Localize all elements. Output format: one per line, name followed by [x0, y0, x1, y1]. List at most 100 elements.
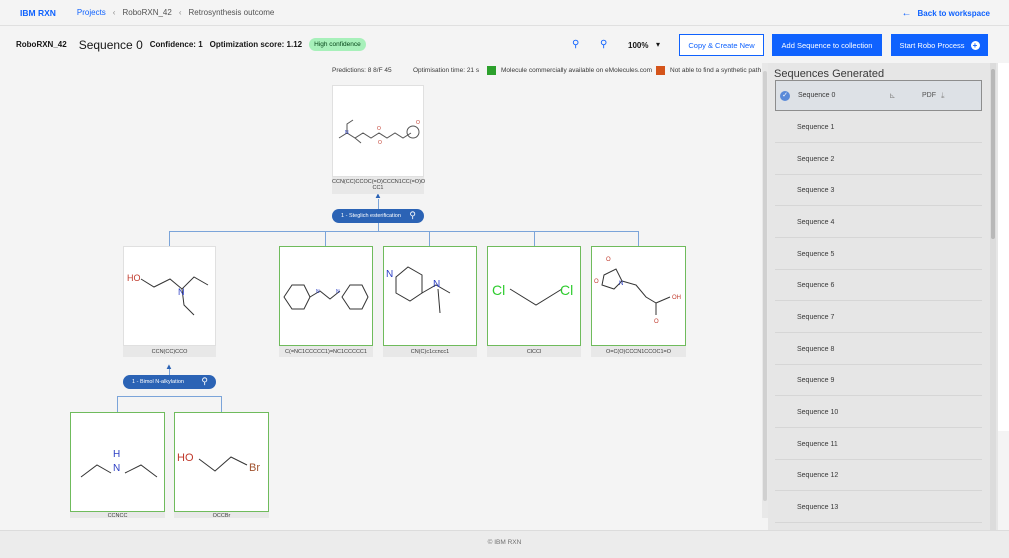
svg-text:N: N: [178, 287, 185, 297]
svg-text:N: N: [113, 463, 120, 474]
reactant-structure: N N: [386, 266, 451, 314]
svg-text:HO: HO: [127, 273, 141, 283]
download-icon[interactable]: ⤓: [941, 91, 945, 101]
sequence-label: Sequence 3: [797, 187, 835, 194]
sequence-item[interactable]: Sequence 12: [775, 460, 982, 491]
sequence-item[interactable]: Sequence 13: [775, 492, 982, 523]
tree-connector: [429, 231, 430, 246]
svg-text:O: O: [654, 319, 659, 325]
reactant-molecule[interactable]: N N: [279, 246, 373, 346]
sequence-item[interactable]: Sequence 2: [775, 144, 982, 175]
sequence-label: Sequence 1: [797, 124, 835, 131]
svg-text:N: N: [386, 269, 393, 280]
add-circle-icon: +: [970, 40, 980, 50]
reactant-smiles: CCNCC: [70, 512, 165, 518]
sequence-item[interactable]: Sequence 11: [775, 429, 982, 460]
svg-text:N: N: [433, 279, 440, 290]
reaction-node-steglich[interactable]: 1 - Steglich esterification ⚲: [332, 209, 424, 223]
reactant-molecule[interactable]: O O N O OH: [591, 246, 686, 346]
reactant-structure: H N: [80, 449, 158, 478]
scrollbar-thumb[interactable]: [763, 71, 767, 501]
sequence-item[interactable]: Sequence 7: [775, 302, 982, 333]
sequence-label: Sequence 0: [798, 92, 836, 99]
search-icon[interactable]: ⚲: [201, 376, 208, 387]
reactant-smiles: OCCBr: [174, 512, 269, 518]
reactant-smiles: CCN(CC)CCO: [123, 346, 216, 357]
chevron-left-icon: ‹: [178, 8, 182, 17]
sequence-label: Sequence 5: [797, 251, 835, 258]
reactant-molecule[interactable]: HO N: [123, 246, 216, 346]
target-smiles-line2: CC1: [372, 185, 384, 191]
reaction-label: 1 - Steglich esterification: [341, 213, 401, 219]
svg-text:O: O: [594, 279, 599, 285]
sequence-label: Sequence 12: [797, 472, 839, 479]
sequence-item[interactable]: Sequence 4: [775, 207, 982, 238]
start-robo-process-button[interactable]: Start Robo Process +: [891, 34, 988, 56]
reactant-molecule[interactable]: N N: [383, 246, 477, 346]
reactant-smiles: CN(C)c1ccncc1: [383, 346, 477, 357]
scrollbar-thumb[interactable]: [991, 69, 995, 239]
reactant-structure: HO Br: [177, 452, 260, 474]
svg-text:O: O: [377, 126, 381, 132]
optimization-score: Optimization score: 1.12: [209, 40, 303, 49]
tree-connector: [169, 231, 639, 232]
reactant-molecule[interactable]: H N: [70, 412, 165, 512]
reactant-smiles: C(=NC1CCCCC1)=NC1CCCCC1: [279, 346, 373, 357]
reactant-molecule[interactable]: HO Br: [174, 412, 269, 512]
arrow-left-icon: ←: [901, 8, 912, 19]
synthesis-tree-canvas[interactable]: ▲ ▲ N O O O CCN(CC)CCOC(=O)CCCN1CC(=O)O …: [0, 63, 762, 518]
back-to-workspace-link[interactable]: ← Back to workspace: [902, 8, 990, 19]
reactant-smiles: O=C(O)CCCN1CCOC1=O: [591, 346, 686, 357]
sequence-label: Sequence 6: [797, 282, 835, 289]
zoom-level[interactable]: 100%: [628, 41, 648, 50]
sequence-label: Sequence 11: [797, 441, 838, 448]
sequence-item[interactable]: Sequence 8: [775, 334, 982, 365]
target-smiles: CCN(CC)CCOC(=O)CCCN1CC(=O)O CC1: [332, 177, 425, 194]
svg-text:O: O: [378, 140, 382, 146]
target-structure: N O O O: [338, 119, 420, 146]
checkmark-icon: ✓: [780, 91, 790, 101]
add-to-collection-button[interactable]: Add Sequence to collection: [772, 34, 882, 56]
reactant-smiles: ClCCl: [487, 346, 581, 357]
footer: © IBM RXN: [0, 530, 1009, 558]
reaction-label: 1 - Bimol N-alkylation: [132, 379, 184, 385]
svg-text:O: O: [416, 120, 420, 126]
start-robo-label: Start Robo Process: [899, 40, 965, 50]
sequence-label: Sequence 8: [797, 346, 835, 353]
chevron-left-icon: ‹: [112, 8, 116, 17]
project-name: RoboRXN_42: [16, 40, 67, 49]
sequence-label: Sequence 2: [797, 156, 835, 163]
chevron-down-icon[interactable]: ▾: [656, 40, 660, 49]
sequence-item[interactable]: Sequence 5: [775, 239, 982, 270]
sequence-label: Sequence 13: [797, 504, 839, 511]
zoom-out-icon[interactable]: ⚲: [600, 39, 607, 50]
sequence-item[interactable]: Sequence 9: [775, 365, 982, 396]
confidence-badge: High confidence: [309, 38, 366, 51]
svg-text:N: N: [316, 289, 320, 295]
target-molecule[interactable]: N O O O: [332, 85, 424, 177]
copy-create-new-button[interactable]: Copy & Create New: [679, 34, 764, 56]
panel-scrollbar[interactable]: [990, 63, 996, 530]
brand-logo[interactable]: IBM RXN: [20, 8, 56, 18]
sequence-item[interactable]: Sequence 10: [775, 397, 982, 428]
sequence-item[interactable]: Sequence 1: [775, 112, 982, 143]
sequence-title: Sequence 0: [78, 37, 143, 52]
reactant-structure: N N: [283, 284, 369, 310]
top-bar: IBM RXN Projects ‹ RoboRXN_42 ‹ Retrosyn…: [0, 0, 1009, 26]
breadcrumb-projects[interactable]: Projects: [77, 8, 106, 17]
svg-text:N: N: [619, 281, 623, 287]
tree-connector: [325, 231, 326, 246]
chart-icon[interactable]: ⊾: [889, 91, 896, 100]
reaction-node-n-alkylation[interactable]: 1 - Bimol N-alkylation ⚲: [123, 375, 216, 389]
panel-title: Sequences Generated: [774, 68, 885, 80]
reactant-molecule[interactable]: Cl Cl: [487, 246, 581, 346]
sequence-item[interactable]: Sequence 6: [775, 270, 982, 301]
breadcrumb-project[interactable]: RoboRXN_42: [122, 8, 171, 17]
svg-text:N: N: [345, 130, 349, 136]
pdf-label[interactable]: PDF: [922, 92, 936, 99]
sequence-item[interactable]: Sequence 3: [775, 175, 982, 206]
sequence-item[interactable]: ✓ Sequence 0 ⊾ PDF ⤓: [775, 80, 982, 111]
zoom-in-icon[interactable]: ⚲: [572, 39, 579, 50]
search-icon[interactable]: ⚲: [409, 210, 416, 221]
reactant-structure: HO N: [127, 273, 209, 316]
